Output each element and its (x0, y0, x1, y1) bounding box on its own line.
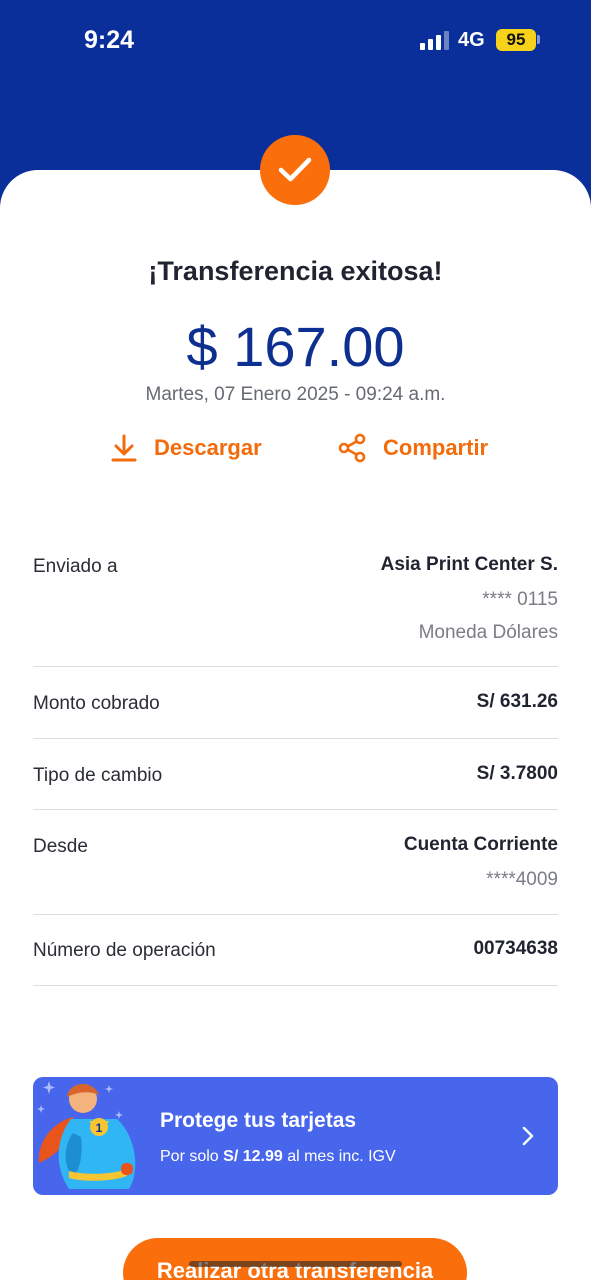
promo-subtitle: Por solo S/ 12.99 al mes inc. IGV (160, 1148, 396, 1165)
home-indicator (189, 1261, 402, 1267)
status-time: 9:24 (84, 26, 135, 54)
from-account-number: ****4009 (486, 869, 558, 890)
operation-number-label: Número de operación (33, 940, 216, 961)
download-label: Descargar (154, 435, 262, 460)
signal-icon (420, 30, 450, 50)
page-title: ¡Transferencia exitosa! (148, 256, 443, 286)
network-label: 4G (458, 29, 485, 51)
recipient-name: Asia Print Center S. (380, 554, 558, 575)
amount-charged-value: S/ 631.26 (476, 691, 558, 712)
chevron-right-icon (522, 1126, 534, 1146)
exchange-rate-label: Tipo de cambio (33, 765, 163, 786)
amount-charged-label: Monto cobrado (33, 693, 160, 714)
check-icon (260, 135, 330, 205)
recipient-account: **** 0115 (482, 589, 558, 610)
promo-price: S/ 12.99 (223, 1148, 283, 1165)
from-label: Desde (33, 836, 88, 857)
detail-row-from: Desde Cuenta Corriente ****4009 (33, 810, 558, 915)
detail-row-sent-to: Enviado a Asia Print Center S. **** 0115… (33, 548, 558, 667)
new-transfer-button[interactable]: Realizar otra transferencia (123, 1238, 467, 1280)
share-button[interactable]: Compartir (337, 430, 488, 466)
promo-banner[interactable]: 1 Protege tus tarjetas Por solo S/ 12.99… (33, 1077, 558, 1195)
from-account-type: Cuenta Corriente (403, 834, 558, 855)
detail-row-amount-charged: Monto cobrado S/ 631.26 (33, 667, 558, 739)
operation-number-value: 00734638 (473, 938, 558, 959)
share-icon (338, 433, 366, 463)
battery-icon: 95 (496, 29, 536, 51)
recipient-currency: Moneda Dólares (418, 622, 558, 643)
battery-tip (537, 35, 540, 44)
download-icon (111, 434, 137, 462)
download-button[interactable]: Descargar (110, 430, 262, 466)
svg-text:1: 1 (96, 1121, 103, 1135)
exchange-rate-value: S/ 3.7800 (476, 763, 558, 784)
detail-row-operation-number: Número de operación 00734638 (33, 915, 558, 986)
status-bar: 9:24 4G 95 (0, 0, 591, 80)
share-label: Compartir (383, 435, 489, 460)
superhero-illustration: 1 (37, 1081, 136, 1189)
promo-title: Protege tus tarjetas (160, 1109, 357, 1132)
transfer-amount: $ 167.00 (186, 315, 405, 378)
detail-row-exchange-rate: Tipo de cambio S/ 3.7800 (33, 739, 558, 810)
sent-to-label: Enviado a (33, 556, 118, 577)
transfer-datetime: Martes, 07 Enero 2025 - 09:24 a.m. (145, 384, 446, 405)
